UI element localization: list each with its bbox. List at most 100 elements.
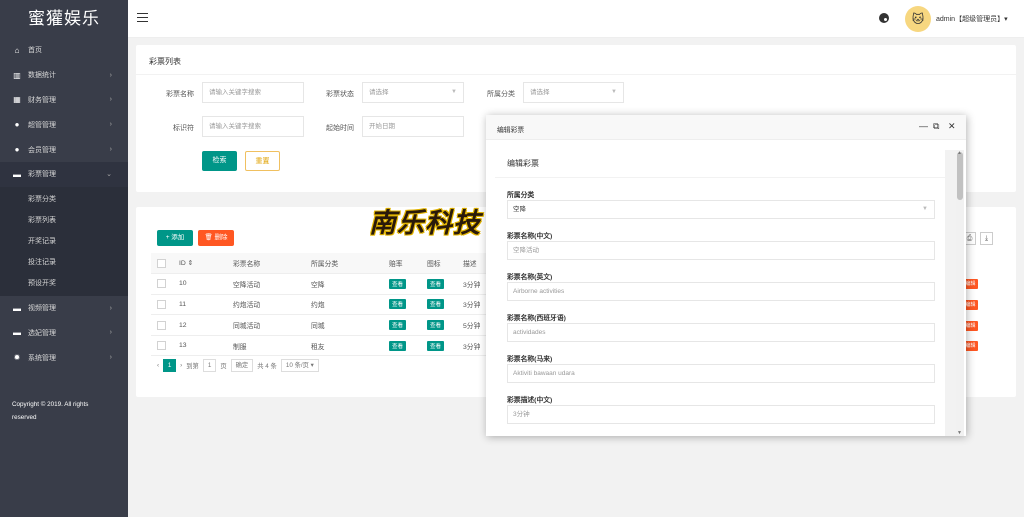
sidebar-item-label: 首页 bbox=[28, 47, 42, 55]
cell-category: 同城 bbox=[305, 314, 383, 336]
row-checkbox[interactable] bbox=[151, 314, 173, 336]
sidebar-item[interactable]: ● 超管管理 › bbox=[0, 112, 128, 137]
view-icon-button[interactable]: 查看 bbox=[427, 340, 445, 351]
view-odds-button[interactable]: 查看 bbox=[389, 278, 407, 289]
category-select[interactable]: 空降 ▼ bbox=[507, 200, 935, 219]
cell-name: 同城活动 bbox=[227, 314, 305, 336]
mark-label: 标识符 bbox=[173, 125, 194, 132]
chevron-icon: › bbox=[109, 121, 112, 129]
sidebar-item[interactable]: ▬ 彩票管理 ⌄ bbox=[0, 161, 128, 187]
cell-id: 13 bbox=[173, 335, 227, 357]
sidebar-item-label: 财务管理 bbox=[28, 96, 56, 104]
start-date-input[interactable]: 开始日期 bbox=[362, 116, 464, 137]
text-field[interactable]: 3分钟 bbox=[507, 405, 935, 424]
view-icon-button[interactable]: 查看 bbox=[427, 278, 445, 289]
scrollbar-thumb[interactable] bbox=[957, 152, 963, 200]
current-page[interactable]: 1 bbox=[163, 359, 177, 372]
total-count: 共 4 条 bbox=[257, 363, 277, 370]
cell-id: 12 bbox=[173, 314, 227, 336]
sidebar-item[interactable]: ▥ 数据统计 › bbox=[0, 63, 128, 88]
text-field[interactable]: Airborne activities bbox=[507, 282, 935, 301]
theme-palette-icon[interactable] bbox=[879, 13, 889, 23]
view-icon-button[interactable]: 查看 bbox=[427, 299, 445, 310]
cell-desc: 3分钟 bbox=[457, 335, 487, 357]
row-checkbox[interactable] bbox=[151, 335, 173, 357]
select-all-checkbox[interactable] bbox=[151, 253, 173, 275]
column-header-name: 彩票名称 bbox=[227, 253, 305, 275]
mark-search-input[interactable]: 请输入关键字搜索 bbox=[202, 116, 304, 137]
menu-toggle-icon[interactable] bbox=[137, 13, 148, 24]
edit-form: 编辑彩票 所属分类 空降 ▼ 彩票名称(中文) 空降活动 彩票名称(英文) Airborne… bbox=[495, 150, 945, 436]
field-label: 彩票名称(中文) bbox=[507, 233, 553, 240]
video-icon: ▬ bbox=[13, 303, 21, 313]
lottery-submenu: 彩票分类 彩票列表 开奖记录 投注记录 预设开奖 bbox=[0, 186, 128, 296]
avatar[interactable]: 🐱 bbox=[905, 6, 931, 32]
chevron-icon: › bbox=[109, 329, 112, 337]
goto-confirm-button[interactable]: 确定 bbox=[230, 359, 254, 372]
user-icon: ● bbox=[14, 120, 20, 130]
search-button[interactable]: 检索 bbox=[202, 151, 237, 171]
minimize-icon[interactable]: — bbox=[919, 121, 928, 131]
table-row[interactable]: 11 约炮活动 约炮 查看 查看 3分钟 bbox=[151, 294, 487, 316]
sidebar-item[interactable]: ▬ 视频管理 › bbox=[0, 296, 128, 321]
chevron-icon: › bbox=[109, 96, 112, 104]
reset-button[interactable]: 重置 bbox=[245, 151, 280, 171]
page-size-select[interactable]: 10 条/页 ▾ bbox=[280, 359, 319, 372]
next-page-button[interactable]: › bbox=[180, 362, 182, 369]
view-odds-button[interactable]: 查看 bbox=[389, 320, 407, 331]
sidebar-subitem[interactable]: 投注记录 bbox=[0, 252, 128, 273]
field-value: 3分钟 bbox=[513, 411, 530, 418]
field-value: actividades bbox=[513, 329, 546, 336]
sidebar-item[interactable]: ⌂ 首页 bbox=[0, 38, 128, 63]
maximize-icon[interactable]: ⧉ bbox=[933, 121, 939, 132]
status-select[interactable]: 请选择 ▼ bbox=[362, 82, 464, 103]
app-logo: 蜜獾娱乐 bbox=[28, 9, 100, 28]
table-row[interactable]: 13 制服 租友 查看 查看 3分钟 bbox=[151, 335, 487, 357]
text-field[interactable]: 空降活动 bbox=[507, 241, 935, 260]
category-select[interactable]: 请选择 ▼ bbox=[523, 82, 624, 103]
cell-category: 约炮 bbox=[305, 294, 383, 316]
delete-button[interactable]: 🗑 删除 bbox=[198, 230, 234, 246]
user-menu[interactable]: admin【超级管理员】▾ bbox=[936, 14, 1008, 24]
row-checkbox[interactable] bbox=[151, 273, 173, 295]
sidebar-item[interactable]: ● 会员管理 › bbox=[0, 137, 128, 162]
column-header-id[interactable]: ID ⇕ bbox=[173, 253, 227, 275]
cell-icon: 查看 bbox=[421, 294, 457, 316]
table-row[interactable]: 10 空降活动 空降 查看 查看 3分钟 bbox=[151, 273, 487, 295]
view-odds-button[interactable]: 查看 bbox=[389, 299, 407, 310]
dialog-title: 编辑彩票 bbox=[497, 127, 525, 134]
field-label: 彩票描述(英文) bbox=[507, 435, 552, 436]
cell-category: 租友 bbox=[305, 335, 383, 357]
sidebar-subitem[interactable]: 预设开奖 bbox=[0, 273, 128, 294]
view-odds-button[interactable]: 查看 bbox=[389, 340, 407, 351]
cell-icon: 查看 bbox=[421, 314, 457, 336]
gear-icon: ✹ bbox=[13, 353, 21, 363]
name-label: 彩票名称 bbox=[166, 91, 194, 98]
text-field[interactable]: Aktiviti bawaan udara bbox=[507, 364, 935, 383]
scroll-down-icon[interactable]: ▼ bbox=[957, 430, 962, 436]
close-icon[interactable]: ✕ bbox=[948, 121, 956, 132]
sidebar-item[interactable]: ▬ 选妃管理 › bbox=[0, 321, 128, 346]
page-number-input[interactable]: 1 bbox=[202, 359, 217, 372]
page-unit-label: 页 bbox=[220, 363, 227, 370]
sidebar-subitem[interactable]: 彩票分类 bbox=[0, 189, 128, 210]
chevron-down-icon: ▼ bbox=[451, 89, 457, 95]
sidebar-subitem[interactable]: 彩票列表 bbox=[0, 210, 128, 231]
text-field[interactable]: actividades bbox=[507, 323, 935, 342]
sidebar-item[interactable]: ▦ 财务管理 › bbox=[0, 88, 128, 113]
view-icon-button[interactable]: 查看 bbox=[427, 320, 445, 331]
top-header: 🐱 admin【超级管理员】▾ bbox=[128, 0, 1024, 38]
prev-page-button[interactable]: ‹ bbox=[157, 362, 159, 369]
sidebar-subitem[interactable]: 开奖记录 bbox=[0, 231, 128, 252]
export-icon[interactable]: ⤓ bbox=[980, 232, 993, 245]
field-value: 空降活动 bbox=[513, 247, 539, 254]
name-search-input[interactable]: 请输入关键字搜索 bbox=[202, 82, 304, 103]
chevron-icon: › bbox=[109, 304, 112, 312]
row-checkbox[interactable] bbox=[151, 294, 173, 316]
pagination: ‹ 1 › 到第 1 页 确定 共 4 条 10 条/页 ▾ bbox=[157, 359, 319, 372]
dialog-scrollbar[interactable]: ▲ ▼ bbox=[956, 150, 964, 436]
table-row[interactable]: 12 同城活动 同城 查看 查看 5分钟 bbox=[151, 314, 487, 336]
scroll-up-icon[interactable]: ▲ bbox=[957, 150, 962, 156]
sidebar-item[interactable]: ✹ 系统管理 › bbox=[0, 345, 128, 370]
add-button[interactable]: + 添加 bbox=[157, 230, 193, 246]
